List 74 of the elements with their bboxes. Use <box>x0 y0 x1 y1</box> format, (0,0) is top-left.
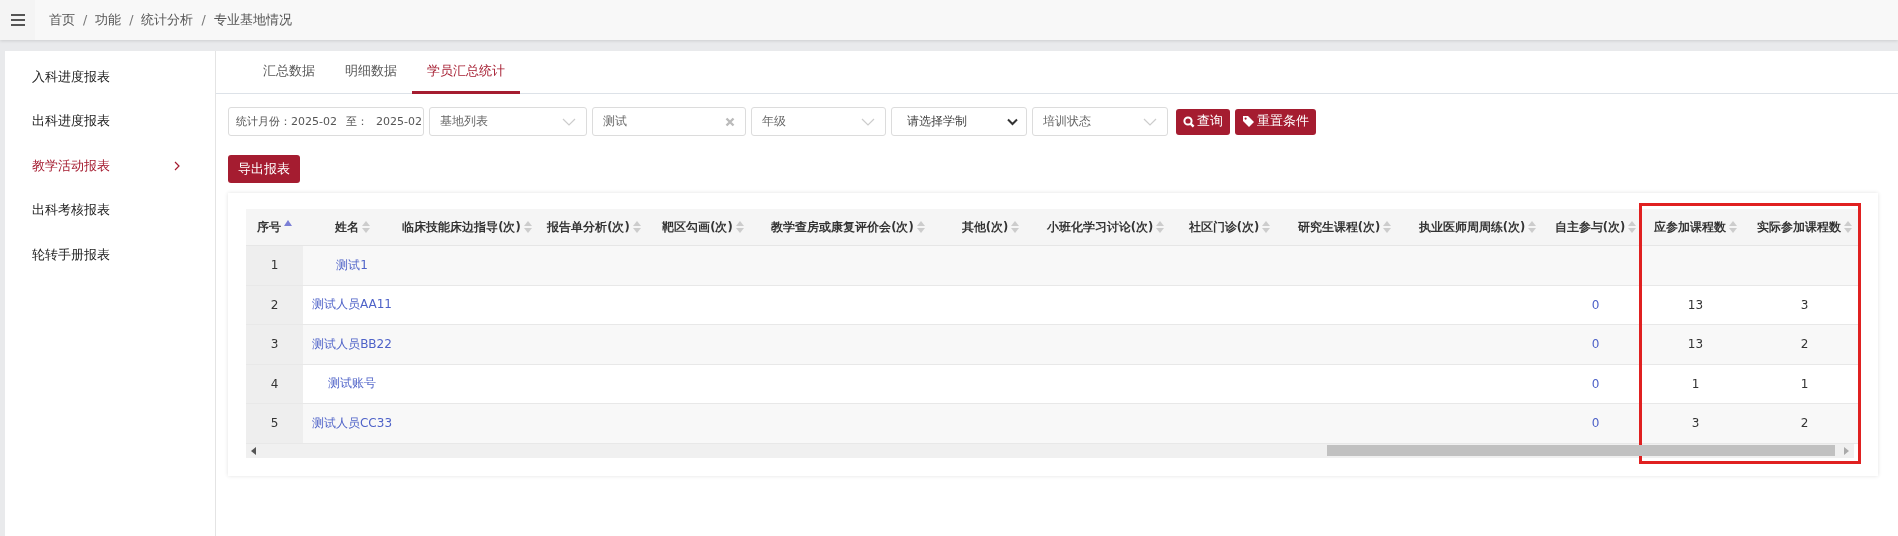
table-cell: 3 <box>1800 297 1809 312</box>
column-header[interactable]: 实际参加课程数 <box>1750 209 1859 246</box>
breadcrumb-separator: / <box>83 11 88 29</box>
breadcrumb-separator: / <box>201 11 206 29</box>
sidebar-item[interactable]: 教学活动报表 <box>5 144 215 189</box>
search-icon <box>1183 115 1195 128</box>
column-header[interactable]: 姓名 <box>303 209 401 246</box>
column-header[interactable]: 小班化学习讨论(次) <box>1036 209 1175 246</box>
name-link[interactable]: 测试人员AA11 <box>312 297 392 312</box>
sidebar-item[interactable]: 轮转手册报表 <box>5 233 215 278</box>
sidebar-item[interactable]: 入科进度报表 <box>5 55 215 100</box>
tab[interactable]: 明细数据 <box>330 51 412 94</box>
column-header[interactable]: 教学查房或康复评价会(次) <box>751 209 945 246</box>
chevron-down-icon <box>861 117 875 126</box>
dropdown-field[interactable]: 年级 <box>751 107 886 136</box>
count-link[interactable]: 0 <box>1591 297 1600 312</box>
chevron-down-icon <box>1143 117 1157 126</box>
breadcrumb-item[interactable]: 首页 <box>49 11 75 29</box>
table-cell: 1 <box>1691 376 1700 391</box>
column-header[interactable]: 报告单分析(次) <box>533 209 655 246</box>
dropdown-field[interactable]: 基地列表 <box>429 107 587 136</box>
table-cell: 5 <box>270 416 279 431</box>
search-button[interactable]: 查询 <box>1176 108 1230 135</box>
table-cell: 1 <box>270 258 279 273</box>
breadcrumb-separator: / <box>129 11 134 29</box>
scroll-right-icon[interactable] <box>1843 446 1849 455</box>
menu-button[interactable] <box>0 0 35 40</box>
menu-icon <box>10 14 25 26</box>
export-button[interactable]: 导出报表 <box>228 155 300 183</box>
column-header[interactable]: 应参加课程数 <box>1641 209 1750 246</box>
dropdown-field[interactable]: 培训状态 <box>1032 107 1168 136</box>
count-link[interactable]: 0 <box>1591 376 1600 391</box>
field-label: 至： <box>345 114 368 129</box>
date-value[interactable]: 2025-02 <box>375 115 422 128</box>
name-link[interactable]: 测试账号 <box>328 376 376 391</box>
column-header[interactable]: 研究生课程(次) <box>1284 209 1405 246</box>
breadcrumb-item[interactable]: 功能 <box>95 11 122 29</box>
table-cell: 13 <box>1687 297 1704 312</box>
chevron-down-icon <box>1007 117 1018 126</box>
chevron-down-icon <box>562 117 576 126</box>
reset-button[interactable]: 重置条件 <box>1235 108 1316 135</box>
name-link[interactable]: 测试1 <box>336 257 368 272</box>
column-header[interactable]: 序号 <box>246 209 303 246</box>
table-cell: 3 <box>1691 416 1700 431</box>
table-cell: 2 <box>270 297 279 312</box>
column-header[interactable]: 自主参与(次) <box>1550 209 1641 246</box>
clear-icon <box>725 116 735 127</box>
count-link[interactable]: 0 <box>1591 337 1600 352</box>
table-cell: 3 <box>270 337 279 352</box>
tab[interactable]: 汇总数据 <box>248 51 330 94</box>
count-link[interactable]: 0 <box>1591 416 1600 431</box>
table-cell: 4 <box>270 376 279 391</box>
table-cell: 2 <box>1800 337 1809 352</box>
date-value[interactable]: 2025-02 <box>291 115 337 128</box>
sidebar-item[interactable]: 出科进度报表 <box>5 99 215 144</box>
select-field[interactable]: 请选择学制 <box>891 107 1027 136</box>
column-header[interactable]: 其他(次) <box>945 209 1036 246</box>
sidebar-item[interactable]: 出科考核报表 <box>5 188 215 233</box>
scroll-left-icon[interactable] <box>251 446 257 455</box>
table-cell: 2 <box>1800 416 1809 431</box>
table-cell: 1 <box>1800 376 1809 391</box>
scroll-thumb[interactable] <box>1327 445 1835 456</box>
tag-icon <box>1242 115 1255 128</box>
column-header[interactable]: 临床技能床边指导(次) <box>401 209 533 246</box>
breadcrumb-item[interactable]: 专业基地情况 <box>213 11 292 29</box>
table-cell: 13 <box>1687 337 1704 352</box>
search-field[interactable]: 测试 <box>592 107 746 136</box>
breadcrumb-item[interactable]: 统计分析 <box>141 11 194 29</box>
column-header[interactable]: 社区门诊(次) <box>1175 209 1284 246</box>
date-range-field[interactable]: 统计月份：2025-02 至： 2025-02 <box>228 107 424 136</box>
field-label: 统计月份： <box>236 114 291 129</box>
column-header[interactable]: 靶区勾画(次) <box>655 209 751 246</box>
column-header[interactable]: 执业医师周周练(次) <box>1405 209 1550 246</box>
tab[interactable]: 学员汇总统计 <box>412 51 520 94</box>
